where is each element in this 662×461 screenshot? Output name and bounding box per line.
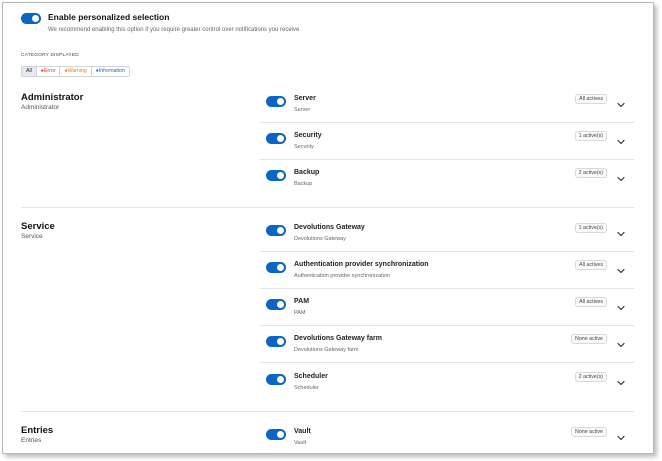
active-count-badge: 2 active(s) xyxy=(574,372,607,382)
chevron-down-icon[interactable] xyxy=(616,171,626,182)
item-toggle[interactable] xyxy=(266,336,286,347)
item-title: Backup xyxy=(294,169,320,176)
chevron-down-icon[interactable] xyxy=(616,97,626,108)
item-title: PAM xyxy=(294,298,310,305)
item-toggle[interactable] xyxy=(266,299,286,310)
section-title: Entries xyxy=(21,425,54,436)
personalized-selection-toggle[interactable] xyxy=(21,13,41,24)
personalized-selection-title: Enable personalized selection xyxy=(48,12,170,22)
chevron-down-icon[interactable] xyxy=(616,263,626,274)
item-toggle[interactable] xyxy=(266,170,286,181)
category-displayed-label: CATEGORY DISPLAYED xyxy=(21,53,79,58)
active-count-badge: 2 active(s) xyxy=(574,168,607,178)
active-count-badge: None active xyxy=(571,427,607,437)
active-count-badge: None active xyxy=(571,334,607,344)
item-toggle[interactable] xyxy=(266,429,286,440)
active-count-badge: All actives xyxy=(575,260,607,270)
row-divider xyxy=(260,122,634,123)
item-title: Authentication provider synchronization xyxy=(294,261,429,268)
category-filter-group: All ●Error ●Warning ●Information xyxy=(21,66,130,77)
item-subtitle: Server xyxy=(294,107,311,113)
chevron-down-icon[interactable] xyxy=(616,430,626,441)
item-title: Devolutions Gateway xyxy=(294,224,365,231)
active-count-badge: All actives xyxy=(575,297,607,307)
item-title: Security xyxy=(294,132,322,139)
section-subtitle: Service xyxy=(21,233,43,240)
chevron-down-icon[interactable] xyxy=(616,300,626,311)
filter-error[interactable]: ●Error xyxy=(36,67,61,76)
item-subtitle: Vault xyxy=(294,440,307,446)
item-toggle[interactable] xyxy=(266,262,286,273)
item-title: Scheduler xyxy=(294,373,328,380)
notification-settings-panel: Enable personalized selection We recomme… xyxy=(2,2,654,454)
chevron-down-icon[interactable] xyxy=(616,337,626,348)
chevron-down-icon[interactable] xyxy=(616,226,626,237)
active-count-badge: 1 active(s) xyxy=(574,131,607,141)
item-subtitle: Backup xyxy=(294,181,313,187)
chevron-down-icon[interactable] xyxy=(616,134,626,145)
filter-information[interactable]: ●Information xyxy=(91,67,129,76)
item-title: Devolutions Gateway farm xyxy=(294,335,382,342)
personalized-selection-description: We recommend enabling this option if you… xyxy=(48,27,300,33)
row-divider xyxy=(260,325,634,326)
section-subtitle: Entries xyxy=(21,437,42,444)
item-toggle[interactable] xyxy=(266,96,286,107)
active-count-badge: All actives xyxy=(575,94,607,104)
row-divider xyxy=(260,288,634,289)
section-divider xyxy=(21,207,634,208)
item-toggle[interactable] xyxy=(266,374,286,385)
section-title: Service xyxy=(21,221,55,232)
section-title: Administrator xyxy=(21,92,84,103)
item-subtitle: Devolutions Gateway xyxy=(294,236,346,242)
item-subtitle: Authentication provider synchronization xyxy=(294,273,391,279)
row-divider xyxy=(260,251,634,252)
item-toggle[interactable] xyxy=(266,225,286,236)
section-subtitle: Administrator xyxy=(21,104,60,111)
section-divider xyxy=(21,411,634,412)
item-subtitle: PAM xyxy=(294,310,306,316)
item-title: Vault xyxy=(294,428,311,435)
row-divider xyxy=(260,362,634,363)
chevron-down-icon[interactable] xyxy=(616,375,626,386)
item-toggle[interactable] xyxy=(266,133,286,144)
row-divider xyxy=(260,159,634,160)
active-count-badge: 1 active(s) xyxy=(574,223,607,233)
item-subtitle: Scheduler xyxy=(294,385,319,391)
filter-warning[interactable]: ●Warning xyxy=(60,67,92,76)
filter-all[interactable]: All xyxy=(22,67,37,76)
item-title: Server xyxy=(294,95,316,102)
item-subtitle: Security xyxy=(294,144,314,150)
item-subtitle: Devolutions Gateway farm xyxy=(294,347,359,353)
